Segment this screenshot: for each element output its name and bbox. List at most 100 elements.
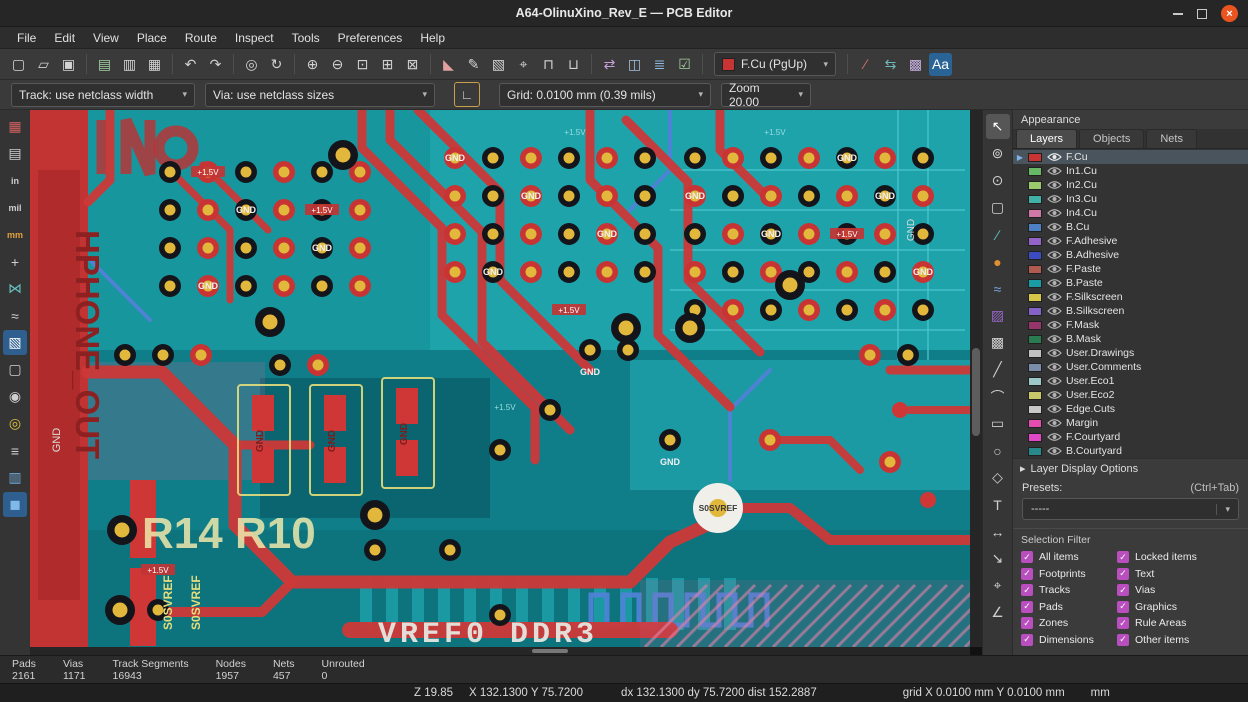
visibility-eye-icon[interactable] xyxy=(1046,194,1062,204)
layer-color-swatch[interactable] xyxy=(1028,321,1042,330)
zoom-out-button[interactable]: ⊖ xyxy=(326,53,349,76)
zone-outlines-button[interactable]: ▢ xyxy=(3,357,27,382)
layer-display-options[interactable]: ▸ Layer Display Options xyxy=(1013,458,1248,478)
presets-combo[interactable]: ----- ▾ xyxy=(1022,498,1239,520)
menu-tools[interactable]: Tools xyxy=(283,29,329,47)
horizontal-scrollbar-thumb[interactable] xyxy=(532,649,568,653)
snap-cursor-button[interactable]: ⌖ xyxy=(512,53,535,76)
filter-tracks[interactable]: ✓Tracks xyxy=(1021,584,1117,596)
cursor-shape-button[interactable]: + xyxy=(3,249,27,274)
open-board-button[interactable]: ▱ xyxy=(32,53,55,76)
via-size-combo[interactable]: Via: use netclass sizes▾ xyxy=(205,83,435,107)
track-posture-button[interactable]: ∟ xyxy=(454,82,480,107)
checkbox-icon[interactable]: ✓ xyxy=(1117,584,1129,596)
visibility-eye-icon[interactable] xyxy=(1046,390,1062,400)
layer-color-swatch[interactable] xyxy=(1028,377,1042,386)
checkbox-icon[interactable]: ✓ xyxy=(1021,634,1033,646)
visibility-eye-icon[interactable] xyxy=(1046,264,1062,274)
filter-footprints[interactable]: ✓Footprints xyxy=(1021,568,1117,580)
visibility-eye-icon[interactable] xyxy=(1046,432,1062,442)
add-dimension-button[interactable]: ↔ xyxy=(986,519,1010,544)
menu-inspect[interactable]: Inspect xyxy=(226,29,283,47)
visibility-eye-icon[interactable] xyxy=(1046,446,1062,456)
layer-row-b.paste[interactable]: B.Paste xyxy=(1013,276,1248,290)
print-button[interactable]: ▦ xyxy=(143,53,166,76)
visibility-eye-icon[interactable] xyxy=(1046,236,1062,246)
visibility-eye-icon[interactable] xyxy=(1046,208,1062,218)
visibility-eye-icon[interactable] xyxy=(1046,306,1062,316)
maximize-icon[interactable] xyxy=(1197,9,1207,19)
add-leader-button[interactable]: ↘ xyxy=(986,546,1010,571)
layer-row-f.paste[interactable]: F.Paste xyxy=(1013,262,1248,276)
pad-outlines-button[interactable]: ◉ xyxy=(3,384,27,409)
tab-layers[interactable]: Layers xyxy=(1016,129,1077,148)
checkbox-icon[interactable]: ✓ xyxy=(1117,568,1129,580)
undo-button[interactable]: ↶ xyxy=(179,53,202,76)
menu-route[interactable]: Route xyxy=(176,29,226,47)
layer-color-swatch[interactable] xyxy=(1028,349,1042,358)
visibility-eye-icon[interactable] xyxy=(1046,348,1062,358)
layer-color-swatch[interactable] xyxy=(1028,209,1042,218)
zoom-objects-button[interactable]: ⊞ xyxy=(376,53,399,76)
layer-color-swatch[interactable] xyxy=(1028,237,1042,246)
visibility-eye-icon[interactable] xyxy=(1046,152,1062,162)
zoom-fit-button[interactable]: ⊡ xyxy=(351,53,374,76)
layer-color-swatch[interactable] xyxy=(1028,223,1042,232)
checkbox-icon[interactable]: ✓ xyxy=(1117,634,1129,646)
add-via-button[interactable]: ● xyxy=(986,249,1010,274)
new-board-button[interactable]: ▢ xyxy=(7,53,30,76)
layer-row-f.mask[interactable]: F.Mask xyxy=(1013,318,1248,332)
text-variables-button[interactable]: Aa xyxy=(929,53,952,76)
zoom-selection-button[interactable]: ⊠ xyxy=(401,53,424,76)
local-ratsnest-button[interactable]: ⊚ xyxy=(986,141,1010,166)
eraser-button[interactable]: ◣ xyxy=(437,53,460,76)
layer-color-swatch[interactable] xyxy=(1028,195,1042,204)
track-width-combo[interactable]: Track: use netclass width▾ xyxy=(11,83,195,107)
filter-rule-areas[interactable]: ✓Rule Areas xyxy=(1117,617,1240,629)
edit-tool-button[interactable]: ✎ xyxy=(462,53,485,76)
highlight-net-button[interactable]: ⊙ xyxy=(986,168,1010,193)
menu-preferences[interactable]: Preferences xyxy=(329,29,412,47)
layer-color-swatch[interactable] xyxy=(1028,447,1042,456)
layer-row-b.adhesive[interactable]: B.Adhesive xyxy=(1013,248,1248,262)
track-outlines-button[interactable]: ≡ xyxy=(3,438,27,463)
layer-color-swatch[interactable] xyxy=(1028,335,1042,344)
layer-row-f.silkscreen[interactable]: F.Silkscreen xyxy=(1013,290,1248,304)
layer-row-f.cu[interactable]: ▶F.Cu xyxy=(1013,150,1248,164)
layer-row-b.mask[interactable]: B.Mask xyxy=(1013,332,1248,346)
layer-row-b.courtyard[interactable]: B.Courtyard xyxy=(1013,444,1248,458)
layer-row-user.eco2[interactable]: User.Eco2 xyxy=(1013,388,1248,402)
layer-row-in4.cu[interactable]: In4.Cu xyxy=(1013,206,1248,220)
layer-combo[interactable]: F.Cu (PgUp)▾ xyxy=(714,52,836,76)
footprint-editor-button[interactable]: ◫ xyxy=(623,53,646,76)
pcb-canvas[interactable]: GNDGNDGNDGNDGNDGNDGNDGNDGNDGNDGNDGNDGNDG… xyxy=(30,110,970,647)
draw-polygon-button[interactable]: ◇ xyxy=(986,465,1010,490)
page-settings-button[interactable]: ▥ xyxy=(118,53,141,76)
vertical-scrollbar-thumb[interactable] xyxy=(972,348,980,436)
visibility-eye-icon[interactable] xyxy=(1046,180,1062,190)
dim-inactive-layers-button[interactable]: ▥ xyxy=(3,465,27,490)
filter-zones[interactable]: ✓Zones xyxy=(1021,617,1117,629)
zoom-combo[interactable]: Zoom 20.00▾ xyxy=(721,83,811,107)
add-text-button[interactable]: T xyxy=(986,492,1010,517)
close-icon[interactable]: × xyxy=(1221,5,1238,22)
tune-length-button[interactable]: ≈ xyxy=(986,276,1010,301)
checkbox-icon[interactable]: ✓ xyxy=(1021,551,1033,563)
visibility-eye-icon[interactable] xyxy=(1046,320,1062,330)
horizontal-scrollbar[interactable] xyxy=(30,647,970,655)
draw-circle-button[interactable]: ○ xyxy=(986,438,1010,463)
zoom-in-button[interactable]: ⊕ xyxy=(301,53,324,76)
ratsnest-visibility-button[interactable]: ⋈ xyxy=(3,276,27,301)
set-origin-button[interactable]: ⌖ xyxy=(986,573,1010,598)
layer-color-swatch[interactable] xyxy=(1028,307,1042,316)
tab-nets[interactable]: Nets xyxy=(1146,129,1197,148)
zone-display-mode-button[interactable]: ▧ xyxy=(3,330,27,355)
menu-view[interactable]: View xyxy=(84,29,128,47)
checkbox-icon[interactable]: ✓ xyxy=(1021,601,1033,613)
layer-color-swatch[interactable] xyxy=(1028,391,1042,400)
select-area-button[interactable]: ▧ xyxy=(487,53,510,76)
layer-row-margin[interactable]: Margin xyxy=(1013,416,1248,430)
visibility-eye-icon[interactable] xyxy=(1046,222,1062,232)
layer-color-swatch[interactable] xyxy=(1028,153,1042,162)
units-mils-button[interactable]: mil xyxy=(3,195,27,220)
